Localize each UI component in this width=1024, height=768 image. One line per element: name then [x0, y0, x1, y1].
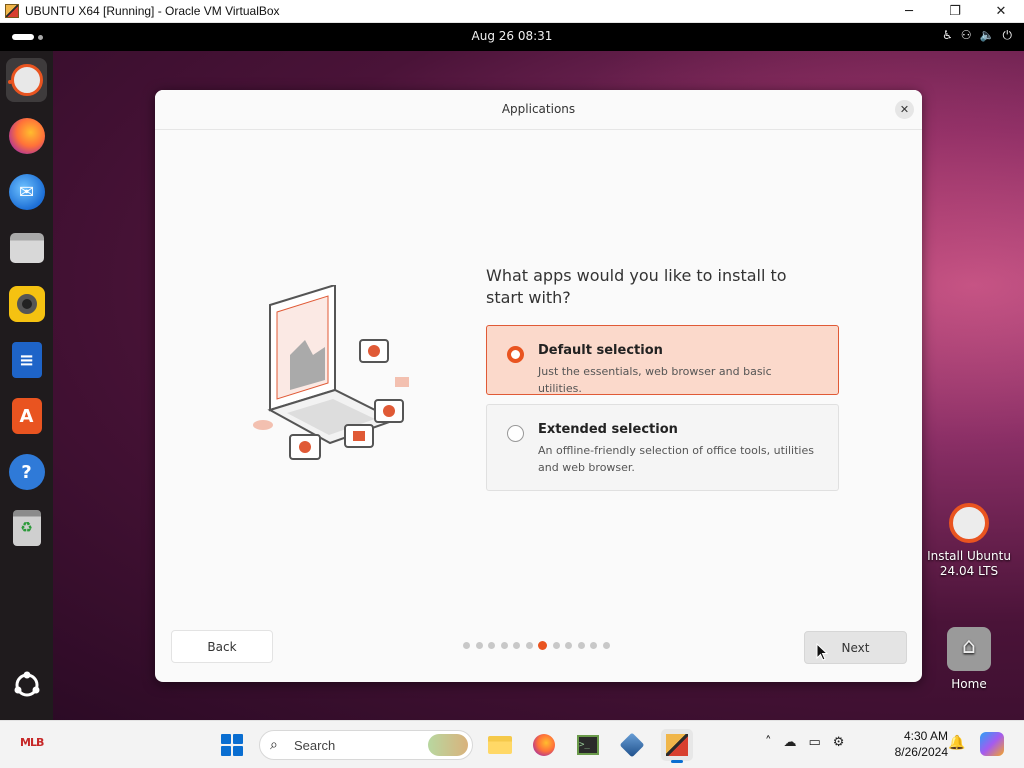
step-dot [513, 642, 520, 649]
installer-icon [949, 503, 989, 543]
default-selection-title: Default selection [538, 343, 663, 358]
step-dot [488, 642, 495, 649]
install-ubuntu-desktop-icon[interactable]: Install Ubuntu 24.04 LTS [924, 503, 1014, 579]
step-dot [463, 642, 470, 649]
thunderbird-icon[interactable]: ✉ [6, 170, 47, 214]
windows-taskbar: MLB ⌕ Search >_ ˄ ☁ ▭ ⚙ 4:30 AM 8/26/202… [0, 720, 1024, 768]
extended-selection-title: Extended selection [538, 422, 678, 437]
default-selection-desc: Just the essentials, web browser and bas… [538, 365, 772, 395]
default-selection-option[interactable]: Default selection Just the essentials, w… [486, 325, 839, 395]
extended-selection-radio[interactable] [507, 425, 524, 442]
step-dot [552, 642, 560, 649]
accessibility-icon[interactable]: ♿ [942, 28, 953, 43]
chevron-up-icon[interactable]: ˄ [765, 735, 772, 750]
step-indicator [463, 641, 610, 650]
display-icon[interactable]: ▭ [809, 735, 821, 750]
system-tray[interactable]: ♿ ⚇ 🔈 ⏻ [942, 28, 1012, 43]
taskbar-tray[interactable]: ˄ ☁ ▭ ⚙ [765, 735, 844, 750]
trash-icon[interactable]: ♻ [6, 506, 47, 550]
onedrive-icon[interactable]: ☁ [784, 735, 797, 750]
time-text: 4:30 AM [903, 729, 948, 743]
step-dot [565, 642, 572, 649]
security-icon[interactable]: ⚙ [833, 735, 845, 750]
search-icon: ⌕ [270, 737, 278, 753]
extended-selection-option[interactable]: Extended selection An offline-friendly s… [486, 404, 839, 491]
show-apps-icon[interactable] [6, 663, 47, 707]
start-button[interactable] [221, 734, 243, 756]
taskbar-clock[interactable]: 4:30 AM 8/26/2024 [878, 728, 948, 760]
terminal-icon[interactable]: >_ [572, 729, 604, 761]
ubuntu-installer-icon[interactable] [6, 58, 47, 102]
writer-icon[interactable]: ≡ [6, 338, 47, 382]
virtualbox-app-icon [5, 4, 19, 18]
network-icon: ⚇ [960, 28, 972, 42]
notification-bell-icon[interactable]: 🔔 [948, 735, 965, 751]
file-explorer-icon[interactable] [484, 729, 516, 761]
step-dot [475, 642, 483, 649]
taskbar-search[interactable]: ⌕ Search [259, 730, 473, 760]
search-highlight-art [428, 734, 468, 756]
files-icon[interactable] [6, 226, 47, 270]
vm-window-icon[interactable] [661, 729, 693, 763]
rhythmbox-icon[interactable] [6, 282, 47, 326]
step-dot [577, 642, 585, 649]
step-dot [525, 642, 533, 649]
dialog-close-button[interactable]: ✕ [895, 100, 914, 119]
back-button[interactable]: Back [171, 630, 273, 663]
step-dot-current [538, 641, 547, 650]
ubuntu-topbar: Aug 26 08:31 ♿ ⚇ 🔈 ⏻ [0, 23, 1024, 51]
app-center-icon[interactable]: A [6, 394, 47, 438]
minimize-button[interactable]: ─ [886, 0, 932, 23]
close-button[interactable]: ✕ [978, 0, 1024, 23]
virtualbox-icon[interactable] [616, 729, 648, 761]
mouse-cursor-icon [816, 643, 828, 661]
maximize-button[interactable]: ❐ [932, 0, 978, 23]
dialog-title: Applications [501, 102, 576, 116]
dialog-header: Applications ✕ [155, 90, 922, 130]
home-folder-icon: ⌂ [947, 627, 991, 671]
volume-icon: 🔈 [979, 28, 995, 42]
date-text: 8/26/2024 [894, 745, 948, 759]
firefox-icon[interactable] [6, 114, 47, 158]
step-dot [602, 642, 610, 649]
install-ubuntu-label: Install Ubuntu 24.04 LTS [927, 549, 1011, 578]
laptop-apps-illustration [253, 285, 409, 460]
help-icon[interactable]: ? [6, 450, 47, 494]
active-app-indicator [671, 760, 683, 763]
window-controls: ─ ❐ ✕ [886, 0, 1024, 23]
applications-question: What apps would you like to install to s… [486, 266, 787, 307]
running-indicator [8, 80, 12, 84]
home-label: Home [951, 677, 987, 691]
widgets-icon[interactable]: MLB [20, 736, 44, 749]
installer-dialog: Applications ✕ What apps would you like … [155, 90, 922, 682]
home-desktop-icon[interactable]: ⌂ Home [924, 627, 1014, 691]
power-icon: ⏻ [1002, 28, 1013, 42]
topbar-clock[interactable]: Aug 26 08:31 [0, 29, 1024, 43]
copilot-icon[interactable] [980, 732, 1004, 756]
firefox-taskbar-icon[interactable] [528, 729, 560, 761]
window-title: UBUNTU X64 [Running] - Oracle VM Virtual… [25, 4, 280, 18]
search-label: Search [294, 738, 336, 753]
ubuntu-dock: ✉ ≡ A ? ♻ [0, 51, 53, 720]
virtualbox-titlebar: UBUNTU X64 [Running] - Oracle VM Virtual… [0, 0, 1024, 23]
step-dot [590, 642, 597, 649]
extended-selection-desc: An offline-friendly selection of office … [538, 444, 814, 474]
default-selection-radio[interactable] [507, 346, 524, 363]
step-dot [500, 642, 508, 649]
